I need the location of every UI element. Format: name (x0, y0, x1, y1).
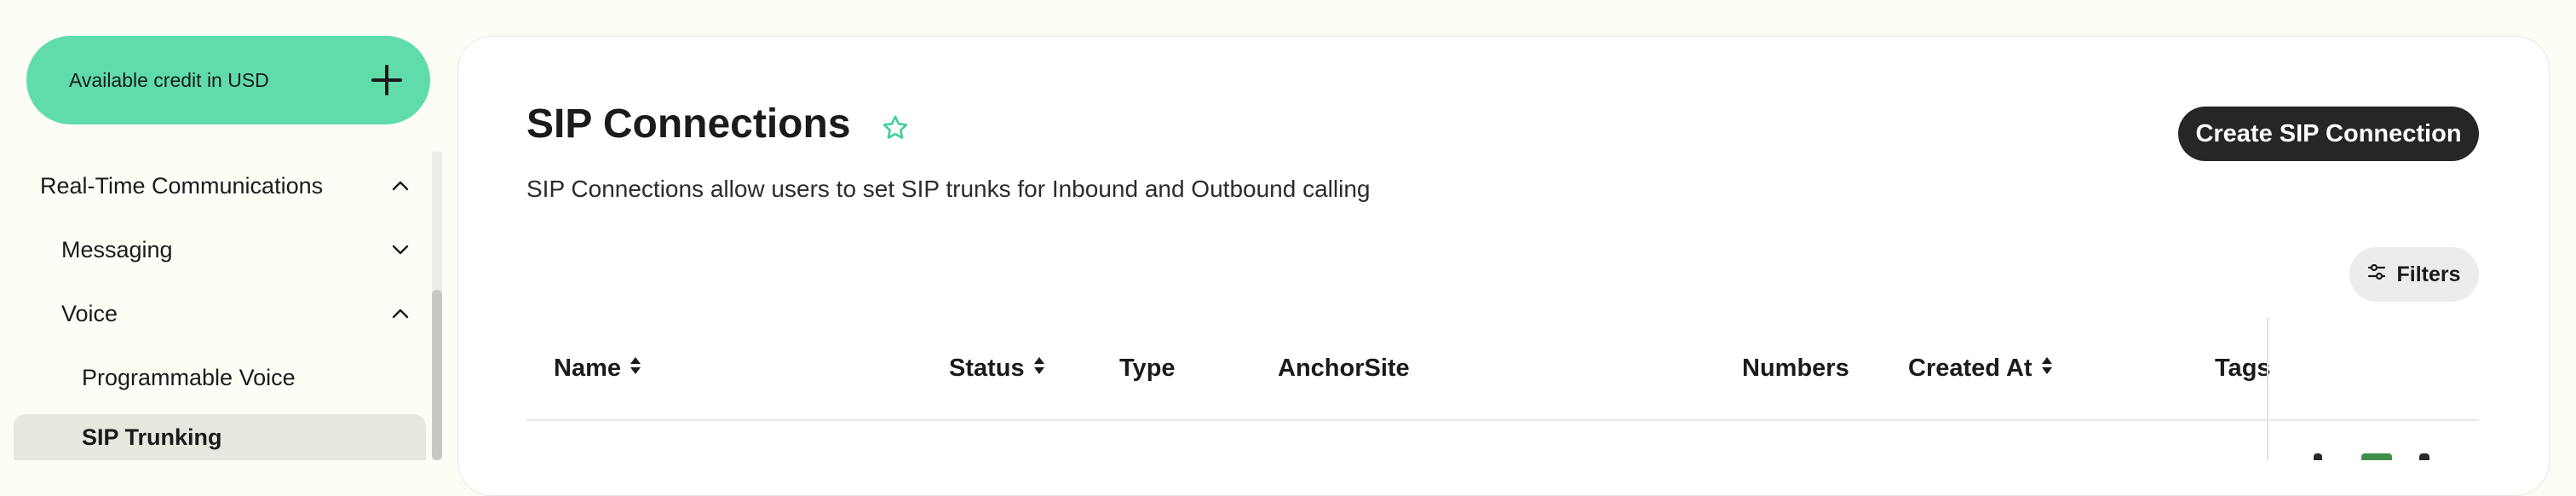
nav-item-sip-trunking[interactable]: SIP Trunking (14, 414, 426, 460)
column-header-label: Name (554, 354, 621, 382)
column-header-tags: Tags (2215, 351, 2271, 385)
row-action-icon[interactable] (2314, 453, 2322, 460)
nav-item-label: SIP Trunking (82, 424, 222, 450)
column-header-label: Status (949, 354, 1025, 382)
nav-item-label: Messaging (61, 236, 173, 262)
chevron-down-icon (388, 238, 412, 262)
sort-icon (2041, 355, 2053, 383)
nav-item-real-time-communications[interactable]: Real-Time Communications (40, 169, 412, 203)
sidebar-scrollbar-thumb[interactable] (432, 290, 442, 460)
sort-icon (630, 355, 641, 383)
column-header-label: Created At (1908, 354, 2033, 382)
column-header-label: Numbers (1742, 354, 1849, 382)
chevron-up-icon (388, 302, 412, 326)
column-header-created-at[interactable]: Created At (1908, 351, 2053, 385)
nav-item-label: Programmable Voice (82, 364, 296, 390)
column-header-label: Type (1119, 354, 1176, 382)
column-header-status[interactable]: Status (949, 351, 1045, 385)
nav-item-label: Voice (61, 300, 118, 326)
available-credit-label: Available credit in USD (69, 68, 269, 91)
row-toggle[interactable] (2361, 453, 2392, 460)
filters-label: Filters (2396, 262, 2461, 286)
create-sip-connection-button[interactable]: Create SIP Connection (2178, 107, 2479, 161)
nav-item-messaging[interactable]: Messaging (61, 233, 412, 267)
page-description: SIP Connections allow users to set SIP t… (526, 176, 1371, 202)
nav-item-voice[interactable]: Voice (61, 297, 412, 331)
column-header-label: Tags (2215, 354, 2271, 382)
column-header-name[interactable]: Name (554, 351, 641, 385)
column-header-numbers: Numbers (1742, 351, 1849, 385)
sort-icon (1033, 355, 1045, 383)
row-menu-icon[interactable] (2419, 453, 2429, 460)
column-header-anchorsite: AnchorSite (1278, 351, 1410, 385)
plus-icon[interactable] (369, 62, 405, 98)
page-title: SIP Connections (526, 101, 851, 147)
sliders-icon (2367, 262, 2386, 287)
sticky-column-divider (2267, 317, 2268, 460)
table-header-divider (526, 419, 2479, 421)
column-header-type: Type (1119, 351, 1176, 385)
available-credit-button[interactable]: Available credit in USD (26, 36, 430, 124)
nav-item-programmable-voice[interactable]: Programmable Voice (82, 360, 412, 395)
filters-button[interactable]: Filters (2349, 247, 2479, 302)
column-header-label: AnchorSite (1278, 354, 1410, 382)
chevron-up-icon (388, 174, 412, 198)
star-icon[interactable] (881, 113, 910, 142)
nav-item-label: Real-Time Communications (40, 172, 324, 199)
